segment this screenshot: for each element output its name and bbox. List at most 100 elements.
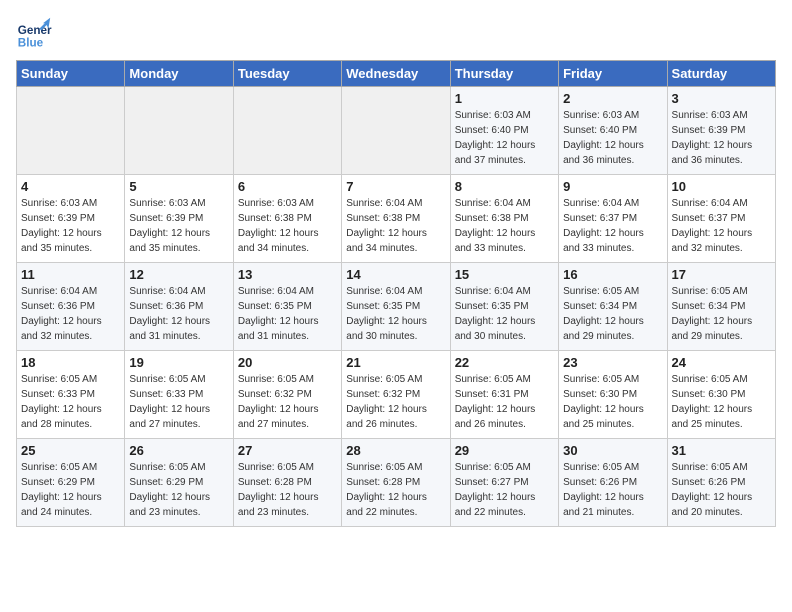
calendar-cell: 22Sunrise: 6:05 AM Sunset: 6:31 PM Dayli… xyxy=(450,351,558,439)
day-number: 16 xyxy=(563,267,662,282)
day-info: Sunrise: 6:05 AM Sunset: 6:32 PM Dayligh… xyxy=(346,372,445,432)
calendar-cell: 18 Sunrise: 6:05 AM Sunset: 6:33 PM Dayli… xyxy=(17,351,125,439)
day-info: Sunrise: 6:05 AM Sunset: 6:28 PM Dayligh… xyxy=(238,460,337,520)
day-info: Sunrise: 6:03 AM Sunset: 6:38 PM Dayligh… xyxy=(238,196,337,256)
calendar-week-row: 25 Sunrise: 6:05 AM Sunset: 6:29 PM Dayli… xyxy=(17,439,776,527)
calendar-cell: 5Sunrise: 6:03 AM Sunset: 6:39 PM Daylig… xyxy=(125,175,233,263)
day-number: 4 xyxy=(21,179,120,194)
calendar-cell: 29Sunrise: 6:05 AM Sunset: 6:27 PM Dayli… xyxy=(450,439,558,527)
calendar-cell: 27 Sunrise: 6:05 AM Sunset: 6:28 PM Dayli… xyxy=(233,439,341,527)
calendar-cell xyxy=(233,87,341,175)
day-info: Sunrise: 6:03 AM Sunset: 6:39 PM Dayligh… xyxy=(129,196,228,256)
calendar-cell: 6 Sunrise: 6:03 AM Sunset: 6:38 PM Daylig… xyxy=(233,175,341,263)
day-number: 17 xyxy=(672,267,771,282)
day-number: 8 xyxy=(455,179,554,194)
day-number: 19 xyxy=(129,355,228,370)
day-info: Sunrise: 6:05 AM Sunset: 6:34 PM Dayligh… xyxy=(563,284,662,344)
day-number: 7 xyxy=(346,179,445,194)
day-info: Sunrise: 6:05 AM Sunset: 6:34 PM Dayligh… xyxy=(672,284,771,344)
day-number: 27 xyxy=(238,443,337,458)
calendar-header-row: SundayMondayTuesdayWednesdayThursdayFrid… xyxy=(17,61,776,87)
day-header-tuesday: Tuesday xyxy=(233,61,341,87)
day-header-wednesday: Wednesday xyxy=(342,61,450,87)
day-info: Sunrise: 6:05 AM Sunset: 6:32 PM Dayligh… xyxy=(238,372,337,432)
calendar-cell: 19 Sunrise: 6:05 AM Sunset: 6:33 PM Dayli… xyxy=(125,351,233,439)
day-number: 26 xyxy=(129,443,228,458)
day-info: Sunrise: 6:05 AM Sunset: 6:33 PM Dayligh… xyxy=(129,372,228,432)
calendar-cell: 17 Sunrise: 6:05 AM Sunset: 6:34 PM Dayli… xyxy=(667,263,775,351)
day-info: Sunrise: 6:04 AM Sunset: 6:35 PM Dayligh… xyxy=(346,284,445,344)
day-header-sunday: Sunday xyxy=(17,61,125,87)
day-number: 31 xyxy=(672,443,771,458)
calendar-cell: 16 Sunrise: 6:05 AM Sunset: 6:34 PM Dayli… xyxy=(559,263,667,351)
day-number: 15 xyxy=(455,267,554,282)
day-number: 29 xyxy=(455,443,554,458)
calendar-cell: 2 Sunrise: 6:03 AM Sunset: 6:40 PM Daylig… xyxy=(559,87,667,175)
calendar-table: SundayMondayTuesdayWednesdayThursdayFrid… xyxy=(16,60,776,527)
calendar-cell: 7 Sunrise: 6:04 AM Sunset: 6:38 PM Daylig… xyxy=(342,175,450,263)
day-info: Sunrise: 6:04 AM Sunset: 6:38 PM Dayligh… xyxy=(346,196,445,256)
calendar-cell xyxy=(17,87,125,175)
day-number: 13 xyxy=(238,267,337,282)
day-info: Sunrise: 6:03 AM Sunset: 6:39 PM Dayligh… xyxy=(21,196,120,256)
day-number: 10 xyxy=(672,179,771,194)
day-info: Sunrise: 6:04 AM Sunset: 6:38 PM Dayligh… xyxy=(455,196,554,256)
calendar-week-row: 4 Sunrise: 6:03 AM Sunset: 6:39 PM Daylig… xyxy=(17,175,776,263)
day-number: 1 xyxy=(455,91,554,106)
day-info: Sunrise: 6:05 AM Sunset: 6:29 PM Dayligh… xyxy=(21,460,120,520)
day-header-friday: Friday xyxy=(559,61,667,87)
day-info: Sunrise: 6:05 AM Sunset: 6:28 PM Dayligh… xyxy=(346,460,445,520)
calendar-cell: 12 Sunrise: 6:04 AM Sunset: 6:36 PM Dayli… xyxy=(125,263,233,351)
day-number: 12 xyxy=(129,267,228,282)
day-header-monday: Monday xyxy=(125,61,233,87)
day-number: 11 xyxy=(21,267,120,282)
day-info: Sunrise: 6:05 AM Sunset: 6:33 PM Dayligh… xyxy=(21,372,120,432)
day-number: 22 xyxy=(455,355,554,370)
day-number: 28 xyxy=(346,443,445,458)
day-number: 18 xyxy=(21,355,120,370)
day-number: 24 xyxy=(672,355,771,370)
calendar-cell: 26Sunrise: 6:05 AM Sunset: 6:29 PM Dayli… xyxy=(125,439,233,527)
calendar-cell: 25 Sunrise: 6:05 AM Sunset: 6:29 PM Dayli… xyxy=(17,439,125,527)
day-info: Sunrise: 6:04 AM Sunset: 6:36 PM Dayligh… xyxy=(129,284,228,344)
calendar-cell: 21Sunrise: 6:05 AM Sunset: 6:32 PM Dayli… xyxy=(342,351,450,439)
day-info: Sunrise: 6:03 AM Sunset: 6:40 PM Dayligh… xyxy=(563,108,662,168)
day-number: 23 xyxy=(563,355,662,370)
calendar-cell: 10 Sunrise: 6:04 AM Sunset: 6:37 PM Dayli… xyxy=(667,175,775,263)
calendar-cell: 3 Sunrise: 6:03 AM Sunset: 6:39 PM Daylig… xyxy=(667,87,775,175)
day-number: 25 xyxy=(21,443,120,458)
day-number: 3 xyxy=(672,91,771,106)
day-info: Sunrise: 6:04 AM Sunset: 6:37 PM Dayligh… xyxy=(672,196,771,256)
calendar-cell: 13 Sunrise: 6:04 AM Sunset: 6:35 PM Dayli… xyxy=(233,263,341,351)
calendar-cell: 30 Sunrise: 6:05 AM Sunset: 6:26 PM Dayli… xyxy=(559,439,667,527)
day-info: Sunrise: 6:04 AM Sunset: 6:35 PM Dayligh… xyxy=(455,284,554,344)
day-info: Sunrise: 6:04 AM Sunset: 6:36 PM Dayligh… xyxy=(21,284,120,344)
calendar-cell: 9Sunrise: 6:04 AM Sunset: 6:37 PM Daylig… xyxy=(559,175,667,263)
calendar-cell: 20 Sunrise: 6:05 AM Sunset: 6:32 PM Dayli… xyxy=(233,351,341,439)
day-number: 20 xyxy=(238,355,337,370)
day-number: 30 xyxy=(563,443,662,458)
day-info: Sunrise: 6:04 AM Sunset: 6:37 PM Dayligh… xyxy=(563,196,662,256)
calendar-cell xyxy=(342,87,450,175)
svg-text:Blue: Blue xyxy=(18,37,44,50)
day-info: Sunrise: 6:03 AM Sunset: 6:39 PM Dayligh… xyxy=(672,108,771,168)
day-info: Sunrise: 6:05 AM Sunset: 6:26 PM Dayligh… xyxy=(563,460,662,520)
calendar-cell: 15 Sunrise: 6:04 AM Sunset: 6:35 PM Dayli… xyxy=(450,263,558,351)
svg-text:General: General xyxy=(18,24,52,37)
logo: General Blue xyxy=(16,16,52,52)
logo-icon: General Blue xyxy=(16,16,52,52)
day-number: 2 xyxy=(563,91,662,106)
day-info: Sunrise: 6:04 AM Sunset: 6:35 PM Dayligh… xyxy=(238,284,337,344)
page-header: General Blue xyxy=(16,16,776,52)
calendar-week-row: 1 Sunrise: 6:03 AM Sunset: 6:40 PM Daylig… xyxy=(17,87,776,175)
calendar-cell: 31Sunrise: 6:05 AM Sunset: 6:26 PM Dayli… xyxy=(667,439,775,527)
calendar-cell xyxy=(125,87,233,175)
calendar-cell: 4 Sunrise: 6:03 AM Sunset: 6:39 PM Daylig… xyxy=(17,175,125,263)
calendar-cell: 1 Sunrise: 6:03 AM Sunset: 6:40 PM Daylig… xyxy=(450,87,558,175)
calendar-week-row: 11 Sunrise: 6:04 AM Sunset: 6:36 PM Dayli… xyxy=(17,263,776,351)
calendar-cell: 14Sunrise: 6:04 AM Sunset: 6:35 PM Dayli… xyxy=(342,263,450,351)
day-header-thursday: Thursday xyxy=(450,61,558,87)
calendar-cell: 24Sunrise: 6:05 AM Sunset: 6:30 PM Dayli… xyxy=(667,351,775,439)
day-number: 6 xyxy=(238,179,337,194)
day-info: Sunrise: 6:03 AM Sunset: 6:40 PM Dayligh… xyxy=(455,108,554,168)
